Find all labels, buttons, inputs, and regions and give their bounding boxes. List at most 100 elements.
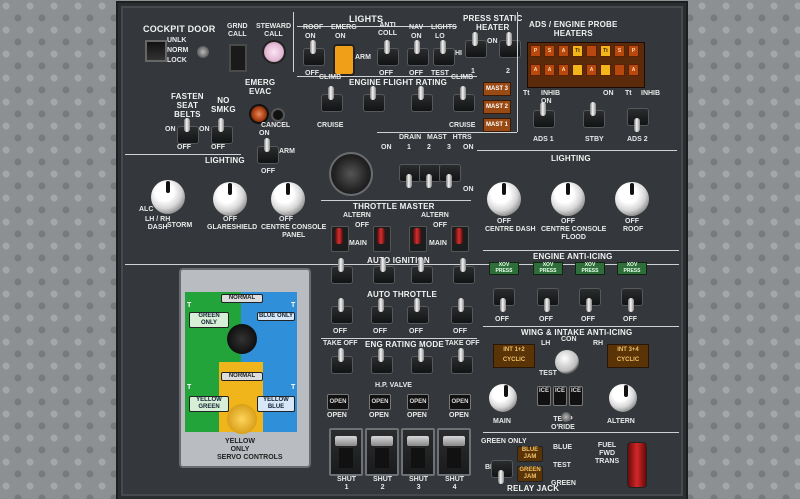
drain-on-bottom: ON xyxy=(463,186,474,193)
int-3-4-indicator: INT 3+4 CYCLIC xyxy=(607,344,649,368)
heater-r2-5[interactable] xyxy=(600,64,611,76)
emerg-light-switch[interactable] xyxy=(333,44,355,76)
shut-3-lever[interactable] xyxy=(401,428,435,476)
drain-mast-htr-1-switch[interactable] xyxy=(399,156,421,188)
centre-console-panel-knob[interactable] xyxy=(271,182,305,216)
throttle-master-4-switch[interactable] xyxy=(451,220,469,252)
auto-thr-1-switch[interactable] xyxy=(331,298,353,330)
mast-3-button[interactable]: MAST 3 xyxy=(483,82,511,96)
heater-r2-4[interactable]: A xyxy=(586,64,597,76)
shut-2-lever[interactable] xyxy=(365,428,399,476)
hp-valve-3[interactable]: OPEN xyxy=(407,394,429,410)
heater-r1-1[interactable]: S xyxy=(544,45,555,57)
tm-main-right: MAIN xyxy=(429,240,447,247)
stby-switch[interactable] xyxy=(583,102,605,134)
mast-1-button[interactable]: MAST 1 xyxy=(483,118,511,132)
drain-on-right: ON xyxy=(463,144,474,151)
auto-thr-2-switch[interactable] xyxy=(371,298,393,330)
ads1-switch[interactable] xyxy=(533,102,555,134)
erm-3-switch[interactable] xyxy=(411,348,433,380)
ads2-switch[interactable] xyxy=(627,100,649,132)
auto-thr-3-switch[interactable] xyxy=(407,298,429,330)
heater-r1-2[interactable]: A xyxy=(558,45,569,57)
heater-r1-6[interactable]: S xyxy=(614,45,625,57)
wia-con-label: CON xyxy=(561,336,577,343)
temp-oride-button[interactable] xyxy=(561,412,571,422)
roof-light-switch[interactable] xyxy=(303,40,325,72)
eng-anti-ice-2-switch[interactable] xyxy=(537,280,559,312)
heater-r1-0[interactable]: P xyxy=(530,45,541,57)
divider xyxy=(483,326,679,327)
panel-test-knob[interactable] xyxy=(329,152,373,196)
erm-1-switch[interactable] xyxy=(331,348,353,380)
eng-anti-ice-4-switch[interactable] xyxy=(621,280,643,312)
lh-rh-dash-knob[interactable] xyxy=(151,180,185,214)
auto-ign-1-switch[interactable] xyxy=(331,258,353,290)
glareshield-knob[interactable] xyxy=(213,182,247,216)
heater-r2-3[interactable] xyxy=(572,64,583,76)
hp-open-2: OPEN xyxy=(369,412,389,419)
anti-coll-switch[interactable] xyxy=(377,40,399,72)
fuel-fwd-trans-guard[interactable] xyxy=(627,442,647,488)
heater-r1-7[interactable]: P xyxy=(628,45,639,57)
heater-r2-1[interactable]: A xyxy=(544,64,555,76)
wia-main-knob[interactable] xyxy=(489,384,517,412)
throttle-master-1-switch[interactable] xyxy=(331,220,349,252)
heater-r1-3[interactable]: Tt xyxy=(572,45,583,57)
lights-label: LIGHTS xyxy=(431,24,457,31)
heater-r2-6[interactable] xyxy=(614,64,625,76)
auto-ign-2-switch[interactable] xyxy=(373,258,395,290)
centre-dash-knob[interactable] xyxy=(487,182,521,216)
storm-label: STORM xyxy=(167,222,193,229)
hp-valve-2[interactable]: OPEN xyxy=(369,394,391,410)
emerg-evac-switch[interactable] xyxy=(257,138,279,170)
steward-call-button[interactable] xyxy=(262,40,286,64)
efr-switch-3[interactable] xyxy=(411,86,433,118)
emerg-evac-button[interactable] xyxy=(249,104,269,124)
emerg-evac-cancel-button[interactable] xyxy=(271,108,285,122)
divider xyxy=(477,150,677,151)
grnd-call-button[interactable] xyxy=(229,44,247,72)
erm-2-switch[interactable] xyxy=(371,348,393,380)
heater-r2-2[interactable]: A xyxy=(558,64,569,76)
roof-lighting-knob[interactable] xyxy=(615,182,649,216)
press-static-heater-2-switch[interactable] xyxy=(499,32,521,64)
heater-r2-0[interactable]: A xyxy=(530,64,541,76)
auto-ign-4-switch[interactable] xyxy=(453,258,475,290)
hp-valve-1[interactable]: OPEN xyxy=(327,394,349,410)
throttle-master-3-switch[interactable] xyxy=(409,220,427,252)
heater-r2-7[interactable]: A xyxy=(628,64,639,76)
wing-intake-selector-knob[interactable] xyxy=(555,350,579,374)
hp-open-1: OPEN xyxy=(327,412,347,419)
nav-light-switch[interactable] xyxy=(407,40,429,72)
relay-jack-switch[interactable] xyxy=(491,452,513,484)
cockpit-door-switch[interactable] xyxy=(145,40,167,62)
servo-selector-knob-bottom[interactable] xyxy=(227,404,257,434)
drain-mast-htr-2-switch[interactable] xyxy=(419,156,441,188)
divider xyxy=(483,432,679,433)
heater-r1-5[interactable]: Tt xyxy=(600,45,611,57)
shut-1-lever[interactable] xyxy=(329,428,363,476)
efr-climb-right: CLIMB xyxy=(451,74,474,81)
throttle-master-2-switch[interactable] xyxy=(373,220,391,252)
drain-mast-htr-3-switch[interactable] xyxy=(439,156,461,188)
efr-switch-1[interactable] xyxy=(321,86,343,118)
mast-2-button[interactable]: MAST 2 xyxy=(483,100,511,114)
press-static-heater-1-switch[interactable] xyxy=(465,32,487,64)
green-jam-light: GREEN JAM xyxy=(517,466,543,482)
auto-ign-3-switch[interactable] xyxy=(411,258,433,290)
erm-4-switch[interactable] xyxy=(451,348,473,380)
auto-thr-4-switch[interactable] xyxy=(451,298,473,330)
centre-console-flood-knob[interactable] xyxy=(551,182,585,216)
wia-altern-knob[interactable] xyxy=(609,384,637,412)
servo-selector-knob-top[interactable] xyxy=(227,324,257,354)
shut-4-lever[interactable] xyxy=(437,428,471,476)
stby-label: STBY xyxy=(585,136,604,143)
lights-lo-hi-switch[interactable] xyxy=(433,40,455,72)
eng-anti-ice-1-switch[interactable] xyxy=(493,280,515,312)
eng-anti-ice-3-switch[interactable] xyxy=(579,280,601,312)
efr-switch-2[interactable] xyxy=(363,86,385,118)
efr-switch-4[interactable] xyxy=(453,86,475,118)
hp-valve-4[interactable]: OPEN xyxy=(449,394,471,410)
heater-r1-4[interactable] xyxy=(586,45,597,57)
